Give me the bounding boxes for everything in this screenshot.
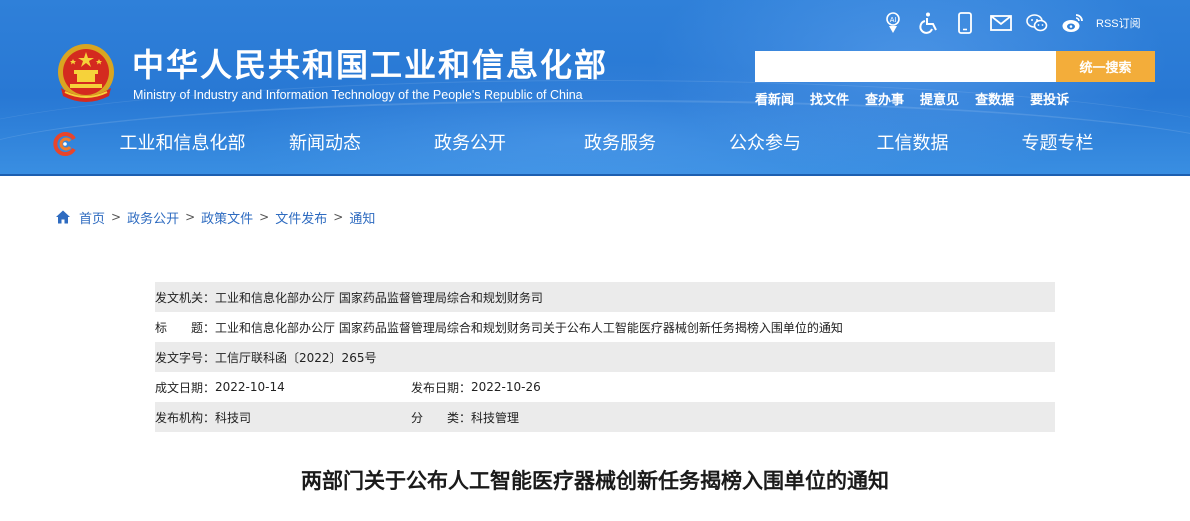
- svg-text:AI: AI: [890, 17, 897, 24]
- quick-link-services[interactable]: 查办事: [865, 89, 904, 108]
- quick-link-feedback[interactable]: 提意见: [920, 89, 959, 108]
- search-button[interactable]: 统一搜索: [1056, 51, 1155, 82]
- meta-cell-category: 分 类： 科技管理: [411, 409, 519, 426]
- meta-label: 成文日期：: [155, 380, 216, 395]
- meta-value-issuer: 工业和信息化部办公厅 国家药品监督管理局综合和规划财务司: [215, 290, 543, 305]
- nav-item-data[interactable]: 工信数据: [840, 126, 985, 162]
- meta-value-doc-no: 工信厅联科函〔2022〕265号: [215, 350, 377, 365]
- meta-label: 发布机构：: [155, 410, 216, 425]
- meta-label: 发布日期：: [411, 380, 472, 395]
- main-nav: 工业和信息化部 新闻动态 政务公开 政务服务 公众参与 工信数据 专题专栏: [105, 126, 1175, 162]
- breadcrumb-notice[interactable]: 通知: [349, 208, 375, 227]
- quick-link-complaint[interactable]: 要投诉: [1030, 89, 1069, 108]
- breadcrumb-file-release[interactable]: 文件发布: [275, 208, 327, 227]
- quick-link-data[interactable]: 查数据: [975, 89, 1014, 108]
- meta-row-dates: 成文日期： 2022-10-14 发布日期： 2022-10-26: [155, 372, 1055, 402]
- meta-value-created: 2022-10-14: [215, 380, 285, 394]
- breadcrumb: 首页 > 政务公开 > 政策文件 > 文件发布 > 通知: [55, 207, 375, 227]
- header-divider: [0, 174, 1190, 176]
- mail-icon[interactable]: [988, 10, 1014, 36]
- nav-item-gov-info[interactable]: 政务公开: [390, 126, 550, 162]
- breadcrumb-policy[interactable]: 政策文件: [201, 208, 253, 227]
- meta-cell-org: 发布机构： 科技司: [155, 409, 411, 426]
- mobile-icon[interactable]: [952, 10, 978, 36]
- meta-row-issuer: 发文机关： 工业和信息化部办公厅 国家药品监督管理局综合和规划财务司: [155, 282, 1055, 312]
- nav-item-topics[interactable]: 专题专栏: [985, 126, 1130, 162]
- meta-label: 发文机关：: [155, 290, 216, 305]
- meta-row-title: 标 题： 工业和信息化部办公厅 国家药品监督管理局综合和规划财务司关于公布人工智…: [155, 312, 1055, 342]
- meta-cell-created: 成文日期： 2022-10-14: [155, 379, 411, 396]
- breadcrumb-separator: >: [111, 210, 122, 224]
- search-input[interactable]: [755, 51, 1057, 82]
- accessibility-ai-icon[interactable]: AI: [880, 10, 906, 36]
- home-icon[interactable]: [55, 209, 71, 225]
- meta-label: 分 类：: [411, 410, 472, 425]
- meta-label: 发文字号：: [155, 350, 216, 365]
- nav-item-news[interactable]: 新闻动态: [260, 126, 390, 162]
- national-emblem-icon[interactable]: [55, 42, 117, 106]
- meta-row-org: 发布机构： 科技司 分 类： 科技管理: [155, 402, 1055, 432]
- site-header: 中华人民共和国工业和信息化部 Ministry of Industry and …: [0, 0, 1190, 176]
- meta-row-doc-no: 发文字号： 工信厅联科函〔2022〕265号: [155, 342, 1055, 372]
- breadcrumb-separator: >: [259, 210, 270, 224]
- breadcrumb-gov-info[interactable]: 政务公开: [127, 208, 179, 227]
- site-subtitle[interactable]: Ministry of Industry and Information Tec…: [133, 88, 583, 102]
- miit-logo-icon[interactable]: [52, 131, 78, 157]
- quick-link-files[interactable]: 找文件: [810, 89, 849, 108]
- quick-links: 看新闻 找文件 查办事 提意见 查数据 要投诉: [755, 89, 1085, 108]
- meta-value-category: 科技管理: [471, 410, 520, 425]
- nav-item-gov-service[interactable]: 政务服务: [550, 126, 690, 162]
- rss-link[interactable]: RSS订阅: [1096, 15, 1141, 31]
- breadcrumb-separator: >: [185, 210, 196, 224]
- top-toolbar: AI RSS订阅: [880, 10, 1141, 36]
- wheelchair-icon[interactable]: [916, 10, 942, 36]
- document-meta-table: 发文机关： 工业和信息化部办公厅 国家药品监督管理局综合和规划财务司 标 题： …: [155, 282, 1055, 432]
- meta-value-published: 2022-10-26: [471, 380, 541, 394]
- nav-item-participation[interactable]: 公众参与: [690, 126, 840, 162]
- meta-value-org: 科技司: [215, 410, 252, 425]
- weibo-icon[interactable]: [1060, 10, 1086, 36]
- breadcrumb-separator: >: [333, 210, 344, 224]
- site-title[interactable]: 中华人民共和国工业和信息化部: [132, 46, 608, 84]
- wechat-icon[interactable]: [1024, 10, 1050, 36]
- quick-link-news[interactable]: 看新闻: [755, 89, 794, 108]
- meta-label: 标 题：: [155, 320, 216, 335]
- nav-item-ministry[interactable]: 工业和信息化部: [105, 126, 260, 162]
- article-title: 两部门关于公布人工智能医疗器械创新任务揭榜入围单位的通知: [301, 469, 889, 493]
- meta-value-title: 工业和信息化部办公厅 国家药品监督管理局综合和规划财务司关于公布人工智能医疗器械…: [215, 320, 843, 335]
- meta-cell-published: 发布日期： 2022-10-26: [411, 379, 541, 396]
- breadcrumb-home[interactable]: 首页: [79, 208, 105, 227]
